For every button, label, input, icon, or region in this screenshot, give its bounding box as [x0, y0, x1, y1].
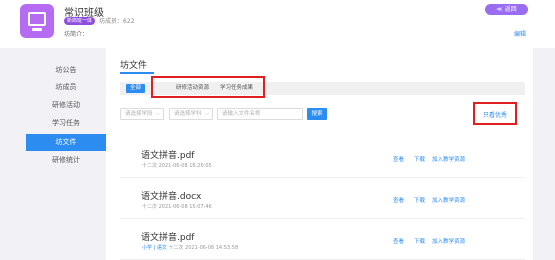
sidebar-item-announcements[interactable]: 坊公告 [26, 62, 106, 79]
file-meta-text: 十二次 2021-06-08 16:26:05 [142, 163, 212, 169]
member-count-value: 622 [123, 18, 135, 25]
file-category: 小学 | 语文 [142, 245, 167, 251]
chevron-down-icon: ⌵ [156, 111, 160, 117]
search-button[interactable]: 搜索 [307, 108, 327, 120]
tabs-highlight-box [151, 76, 265, 98]
class-tag-badge: 新郎班一体 [64, 17, 96, 25]
files-panel: 坊文件 全部 研修活动资源 学习任务成果 请选择学段 ⌵ 请选择学科 ⌵ 请输入… [106, 48, 533, 260]
add-resource-link[interactable]: 加入教学资源 [432, 155, 465, 163]
panel-title: 坊文件 [120, 61, 148, 71]
title-underline [120, 72, 154, 74]
file-name-input[interactable]: 请输入文件名称 [217, 108, 303, 120]
sidebar-item-members[interactable]: 坊成员 [26, 79, 106, 96]
download-link[interactable]: 下载 [414, 237, 425, 245]
file-meta: 十二次 2021-06-08 16:26:05 [142, 162, 212, 169]
download-link[interactable]: 下载 [414, 196, 425, 204]
member-count-label: 坊成员： [99, 18, 124, 25]
tab-all[interactable]: 全部 [126, 84, 146, 93]
sidebar: 坊公告 坊成员 研修活动 学习任务 坊文件 研修统计 [0, 58, 106, 260]
file-name[interactable]: 语文拼音.pdf [141, 148, 194, 161]
sidebar-item-statistics[interactable]: 研修统计 [26, 152, 106, 169]
chevron-down-icon: ⌵ [205, 111, 209, 117]
header: 常识班级 新郎班一体 坊成员：622 坊简介： ≪ 返回 编辑 [0, 0, 555, 48]
add-resource-link[interactable]: 加入教学资源 [432, 196, 465, 204]
sidebar-item-tasks[interactable]: 学习任务 [26, 115, 106, 132]
add-resource-link[interactable]: 加入教学资源 [432, 237, 465, 245]
back-button[interactable]: ≪ 返回 [485, 4, 528, 15]
view-link[interactable]: 查看 [393, 155, 404, 163]
sidebar-item-files[interactable]: 坊文件 [26, 134, 106, 151]
file-name[interactable]: 语文拼音.docx [141, 189, 201, 202]
subject-select-placeholder: 请选择学科 [174, 111, 202, 117]
file-meta-text: 十二次 2021-06-08 14:53:58 [168, 245, 239, 251]
subject-select[interactable]: 请选择学科 ⌵ [169, 108, 213, 120]
class-logo-icon [20, 4, 54, 38]
intro-label: 坊简介： [64, 31, 89, 38]
edit-link[interactable]: 编辑 [514, 29, 526, 38]
view-link[interactable]: 查看 [393, 196, 404, 204]
member-count: 坊成员：622 [99, 16, 134, 25]
file-meta: 十二次 2021-06-08 15:07:46 [142, 203, 212, 210]
file-meta-text: 十二次 2021-06-08 15:07:46 [142, 204, 212, 210]
file-meta: 小学 | 语文 十二次 2021-06-08 14:53:58 [142, 244, 238, 251]
file-item: 语文拼音.pdf 小学 | 语文 十二次 2021-06-08 14:53:58… [120, 220, 525, 260]
download-link[interactable]: 下载 [414, 155, 425, 163]
sidebar-item-activities[interactable]: 研修活动 [26, 97, 106, 114]
stage-select-placeholder: 请选择学段 [125, 111, 153, 117]
file-name-placeholder: 请输入文件名称 [222, 111, 261, 117]
file-item: 语文拼音.docx 十二次 2021-06-08 15:07:46 查看 下载 … [120, 179, 525, 219]
file-name[interactable]: 语文拼音.pdf [141, 230, 194, 243]
stage-select[interactable]: 请选择学段 ⌵ [120, 108, 164, 120]
only-best-toggle[interactable]: 只看优秀 [483, 110, 507, 119]
view-link[interactable]: 查看 [393, 237, 404, 245]
file-item: 语文拼音.pdf 十二次 2021-06-08 16:26:05 查看 下载 加… [120, 138, 525, 178]
